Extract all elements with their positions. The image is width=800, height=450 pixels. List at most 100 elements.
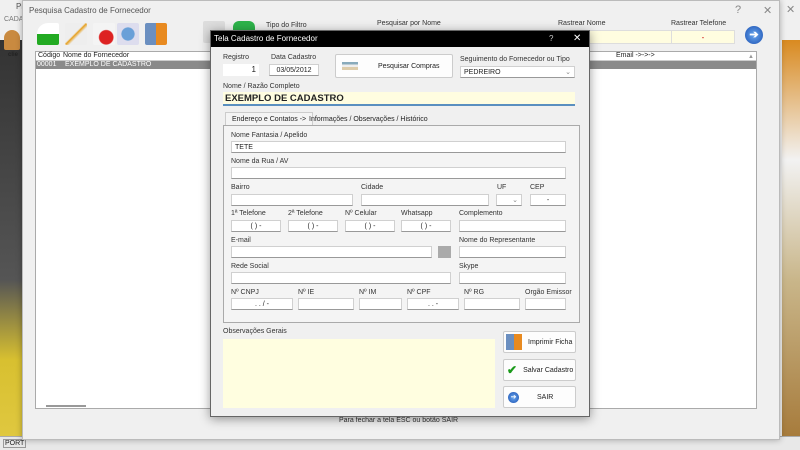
exit-arrow-icon: ➔ [508, 391, 519, 403]
track-phone-input[interactable]: - [671, 30, 735, 44]
footer-hint: Para fechar a tela ESC ou botão SAIR [339, 417, 459, 424]
cnpj-field[interactable]: . . / - [231, 298, 293, 310]
track-name-input[interactable] [583, 30, 683, 44]
representante-field[interactable] [459, 246, 566, 258]
data-field[interactable]: 03/05/2012 [269, 64, 319, 76]
pesquisar-compras-label: Pesquisar Compras [378, 62, 440, 70]
rua-field[interactable] [231, 167, 566, 179]
imprimir-label: Imprimir Ficha [528, 338, 573, 346]
cel-label: Nº Celular [345, 210, 377, 217]
pesquisa-title: Pesquisa Cadastro de Fornecedor [29, 6, 151, 15]
obs-label: Observações Gerais [223, 328, 287, 335]
tel2-label: 2ª Telefone [288, 210, 323, 217]
clients-label: clie [8, 52, 19, 58]
go-arrow-icon[interactable]: ➔ [745, 26, 763, 44]
right-background [782, 40, 800, 440]
data-label: Data Cadastro [271, 54, 317, 61]
rg-label: Nº RG [464, 289, 485, 296]
cel-field[interactable]: ( ) - [345, 220, 395, 232]
cpf-label: Nº CPF [407, 289, 431, 296]
tab-informacoes[interactable]: Informações / Observações / Histórico [309, 114, 428, 125]
report-icon[interactable] [145, 23, 167, 45]
dialog-titlebar: Tela Cadastro de Fornecedor ? ✕ [211, 31, 589, 47]
search-name-label: Pesquisar por Nome [377, 20, 441, 27]
print-icon[interactable] [117, 23, 139, 45]
app-menu[interactable]: CADA [4, 16, 23, 23]
row-name: EXEMPLO DE CADASTRO [65, 61, 152, 68]
skype-label: Skype [459, 263, 479, 270]
tel2-field[interactable]: ( ) - [288, 220, 338, 232]
cep-label: CEP [530, 184, 545, 191]
compras-icon [342, 62, 358, 70]
cidade-label: Cidade [361, 184, 384, 191]
cep-field[interactable]: - [530, 194, 566, 206]
uf-select[interactable]: ⌄ [496, 194, 522, 206]
chevron-down-icon: ⌄ [565, 69, 571, 76]
salvar-label: Salvar Cadastro [523, 366, 574, 374]
imprimir-button[interactable]: Imprimir Ficha [503, 331, 576, 353]
add-icon[interactable] [37, 23, 59, 45]
cidade-field[interactable] [361, 194, 489, 206]
rua-label: Nome da Rua / AV [231, 158, 289, 165]
dialog-title: Tela Cadastro de Fornecedor [214, 34, 318, 43]
im-field[interactable] [359, 298, 402, 310]
help-button[interactable]: ? [735, 4, 741, 16]
rede-field[interactable] [231, 272, 451, 284]
status-cell: PORT [3, 439, 27, 448]
cpf-field[interactable]: . . - [407, 298, 459, 310]
complemento-label: Complemento [459, 210, 503, 217]
col-codigo[interactable]: Código [36, 52, 63, 60]
track-phone-label: Rastrear Telefone [671, 20, 727, 27]
sair-button[interactable]: ➔ SAIR [503, 386, 576, 408]
segmento-select[interactable]: PEDREIRO ⌄ [460, 66, 575, 78]
orgao-label: Orgão Emissor [525, 289, 572, 296]
app-close-button[interactable]: ✕ [786, 3, 795, 16]
segmento-label: Seguimento do Fornecedor ou Tipo [460, 56, 570, 63]
clients-icon[interactable] [4, 30, 20, 50]
bairro-label: Bairro [231, 184, 250, 191]
registro-label: Registro [223, 54, 250, 61]
col-email[interactable]: Email ->->-> [616, 52, 655, 60]
tel1-label: 1ª Telefone [231, 210, 266, 217]
scroll-up-icon[interactable]: ▲ [748, 54, 754, 60]
dialog-close-button[interactable]: ✕ [573, 31, 581, 47]
obs-textarea[interactable] [223, 339, 495, 408]
skype-field[interactable] [459, 272, 566, 284]
send-email-icon[interactable] [438, 246, 451, 258]
tab-endereco[interactable]: Endereço e Contatos -> [225, 112, 314, 126]
nome-field[interactable]: EXEMPLO DE CADASTRO [223, 92, 575, 106]
ie-label: Nº IE [298, 289, 315, 296]
salvar-button[interactable]: ✔ Salvar Cadastro [503, 359, 576, 381]
pesquisar-compras-button[interactable]: Pesquisar Compras [335, 54, 453, 78]
edit-icon[interactable] [65, 23, 87, 45]
side-background [0, 40, 22, 440]
fantasia-field[interactable]: TETE [231, 141, 566, 153]
representante-label: Nome do Representante [459, 237, 536, 244]
orgao-field[interactable] [525, 298, 566, 310]
fornecedor-dialog: Tela Cadastro de Fornecedor ? ✕ Registro… [210, 30, 590, 417]
tel1-field[interactable]: ( ) - [231, 220, 281, 232]
whats-field[interactable]: ( ) - [401, 220, 451, 232]
complemento-field[interactable] [459, 220, 566, 232]
email-field[interactable] [231, 246, 432, 258]
delete-icon[interactable] [93, 23, 115, 45]
email-label: E-mail [231, 237, 251, 244]
sair-label: SAIR [537, 393, 554, 401]
print-report-icon [506, 334, 522, 350]
dialog-help-button[interactable]: ? [549, 31, 553, 47]
rede-label: Rede Social [231, 263, 269, 270]
horizontal-scrollbar[interactable] [46, 405, 86, 407]
rg-field[interactable] [464, 298, 520, 310]
bairro-field[interactable] [231, 194, 353, 206]
ie-field[interactable] [298, 298, 354, 310]
segmento-value: PEDREIRO [464, 69, 501, 76]
whats-label: Whatsapp [401, 210, 433, 217]
im-label: Nº IM [359, 289, 377, 296]
uf-label: UF [497, 184, 507, 191]
registro-field: 1 [223, 64, 259, 76]
filter-type-label: Tipo do Filtro [266, 22, 307, 29]
close-button[interactable]: ✕ [763, 4, 772, 17]
row-code: 00001 [37, 61, 57, 68]
track-name-label: Rastrear Nome [558, 20, 606, 27]
checkmark-icon: ✔ [507, 363, 518, 377]
